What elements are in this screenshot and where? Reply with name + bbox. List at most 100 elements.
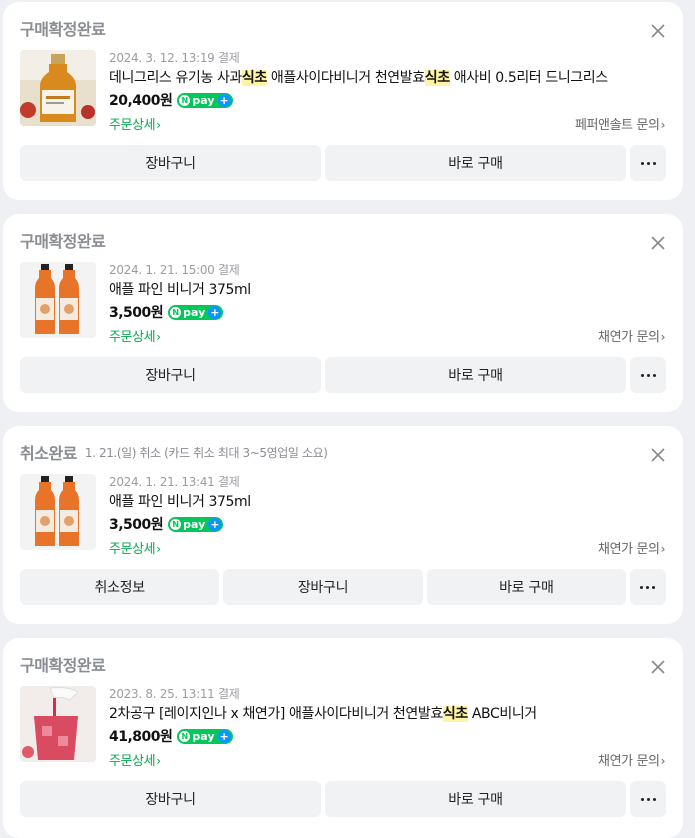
cart-button[interactable]: 장바구니 <box>20 781 321 817</box>
keyword-highlight: 식초 <box>241 70 267 86</box>
keyword-highlight: 식초 <box>442 706 468 722</box>
chevron-right-icon: › <box>156 118 161 132</box>
link-row: 주문상세› 채연가 문의› <box>109 324 665 346</box>
chevron-right-icon: › <box>156 542 161 556</box>
payment-date: 2024. 1. 21. 15:00 결제 <box>109 263 240 277</box>
npay-plus-badge: N pay + <box>168 516 224 532</box>
order-status: 취소완료 <box>20 444 77 463</box>
product-title[interactable]: 2차공구 [레이지인나 x 채연가] 애플사이다비니거 천연발효식초 ABC비니… <box>109 704 665 724</box>
action-buttons: 장바구니 바로 구매 <box>20 145 666 181</box>
price-row: 41,800원 N pay + <box>109 726 665 746</box>
order-card: 구매확정완료 2023. 8. 25. 13:11 결제 2차공구 [레이지인나… <box>3 638 683 838</box>
link-row: 주문상세› 채연가 문의› <box>109 748 665 770</box>
order-status: 구매확정완료 <box>20 656 106 675</box>
price-row: 3,500원 N pay + <box>109 514 665 534</box>
more-dots-icon <box>640 797 656 801</box>
status-row: 구매확정완료 <box>20 16 106 40</box>
npay-plus-badge: N pay + <box>177 728 233 744</box>
buy-now-button[interactable]: 바로 구매 <box>325 781 626 817</box>
close-icon[interactable] <box>649 446 667 464</box>
npay-n-icon: N <box>179 730 191 742</box>
order-card: 취소완료 1. 21.(일) 취소 (카드 취소 최대 3~5영업일 소요) 2… <box>3 426 683 624</box>
product-thumbnail[interactable] <box>20 474 96 550</box>
product-thumbnail[interactable] <box>20 50 96 126</box>
order-detail-link[interactable]: 주문상세› <box>109 538 161 557</box>
price: 3,500원 <box>109 517 164 533</box>
npay-plus-badge: N pay + <box>177 92 233 108</box>
chevron-right-icon: › <box>660 542 666 556</box>
npay-plus-badge: N pay + <box>168 304 224 320</box>
vinegar-bottles-image <box>20 474 96 550</box>
payment-date: 2024. 3. 12. 13:19 결제 <box>109 51 240 65</box>
seller-inquiry-link[interactable]: 채연가 문의› <box>598 326 665 345</box>
link-row: 주문상세› 페퍼앤솔트 문의› <box>109 112 665 134</box>
close-icon[interactable] <box>649 22 667 40</box>
more-dots-icon <box>640 373 656 377</box>
status-row: 구매확정완료 <box>20 652 106 676</box>
chevron-right-icon: › <box>660 118 666 132</box>
buy-now-button[interactable]: 바로 구매 <box>426 569 626 605</box>
close-icon[interactable] <box>649 658 667 676</box>
order-list: 구매확정완료 2024. 3. 12. 13:19 결제 데니그리스 유기농 사… <box>0 0 695 838</box>
cancel-note: 1. 21.(일) 취소 (카드 취소 최대 3~5영업일 소요) <box>84 445 328 460</box>
link-row: 주문상세› 채연가 문의› <box>109 536 665 558</box>
product-title[interactable]: 애플 파인 비니거 375ml <box>109 280 665 300</box>
npay-n-icon: N <box>170 518 182 530</box>
price: 3,500원 <box>109 305 164 321</box>
chevron-right-icon: › <box>660 330 666 344</box>
price: 41,800원 <box>109 729 173 745</box>
plus-icon: + <box>217 93 231 107</box>
plus-icon: + <box>208 305 222 319</box>
buy-now-button[interactable]: 바로 구매 <box>325 145 626 181</box>
plus-icon: + <box>217 729 231 743</box>
status-row: 취소완료 1. 21.(일) 취소 (카드 취소 최대 3~5영업일 소요) <box>20 440 328 464</box>
buy-now-button[interactable]: 바로 구매 <box>325 357 626 393</box>
seller-inquiry-link[interactable]: 페퍼앤솔트 문의› <box>575 114 666 133</box>
seller-inquiry-link[interactable]: 채연가 문의› <box>598 538 665 557</box>
keyword-highlight: 식초 <box>424 70 450 86</box>
more-options-button[interactable] <box>630 781 666 817</box>
cart-button[interactable]: 장바구니 <box>20 357 321 393</box>
close-icon[interactable] <box>649 234 667 252</box>
plus-icon: + <box>208 517 222 531</box>
payment-date: 2023. 8. 25. 13:11 결제 <box>109 687 240 701</box>
more-dots-icon <box>640 585 656 589</box>
order-info: 2024. 1. 21. 15:00 결제 애플 파인 비니거 375ml 3,… <box>109 262 665 346</box>
order-card: 구매확정완료 2024. 1. 21. 15:00 결제 애플 파인 비니거 3… <box>3 214 683 412</box>
seller-inquiry-link[interactable]: 채연가 문의› <box>598 750 665 769</box>
order-detail-link[interactable]: 주문상세› <box>109 750 161 769</box>
order-detail-link[interactable]: 주문상세› <box>109 114 161 133</box>
price: 20,400원 <box>109 93 173 109</box>
action-buttons: 장바구니 바로 구매 <box>20 357 666 393</box>
cart-button[interactable]: 장바구니 <box>20 145 321 181</box>
more-options-button[interactable] <box>630 145 666 181</box>
more-options-button[interactable] <box>630 357 666 393</box>
npay-n-icon: N <box>170 306 182 318</box>
apple-cider-vinegar-bottle-image <box>20 50 96 126</box>
order-info: 2023. 8. 25. 13:11 결제 2차공구 [레이지인나 x 채연가]… <box>109 686 665 770</box>
order-status: 구매확정완료 <box>20 232 106 251</box>
more-options-button[interactable] <box>629 569 666 605</box>
product-title[interactable]: 애플 파인 비니거 375ml <box>109 492 665 512</box>
product-title[interactable]: 데니그리스 유기농 사과식초 애플사이다비니거 천연발효식초 애사비 0.5리터… <box>109 68 665 88</box>
cancel-info-button[interactable]: 취소정보 <box>20 569 220 605</box>
payment-date: 2024. 1. 21. 13:41 결제 <box>109 475 240 489</box>
order-status: 구매확정완료 <box>20 20 106 39</box>
action-buttons: 장바구니 바로 구매 <box>20 781 666 817</box>
order-detail-link[interactable]: 주문상세› <box>109 326 161 345</box>
order-info: 2024. 1. 21. 13:41 결제 애플 파인 비니거 375ml 3,… <box>109 474 665 558</box>
more-dots-icon <box>640 161 656 165</box>
cart-button[interactable]: 장바구니 <box>223 569 423 605</box>
product-thumbnail[interactable] <box>20 686 96 762</box>
chevron-right-icon: › <box>660 754 666 768</box>
price-row: 3,500원 N pay + <box>109 302 665 322</box>
price-row: 20,400원 N pay + <box>109 90 665 110</box>
vinegar-bottles-image <box>20 262 96 338</box>
product-thumbnail[interactable] <box>20 262 96 338</box>
chevron-right-icon: › <box>156 754 161 768</box>
status-row: 구매확정완료 <box>20 228 106 252</box>
order-info: 2024. 3. 12. 13:19 결제 데니그리스 유기농 사과식초 애플사… <box>109 50 665 134</box>
action-buttons: 취소정보 장바구니 바로 구매 <box>20 569 666 605</box>
chevron-right-icon: › <box>156 330 161 344</box>
npay-n-icon: N <box>179 94 191 106</box>
